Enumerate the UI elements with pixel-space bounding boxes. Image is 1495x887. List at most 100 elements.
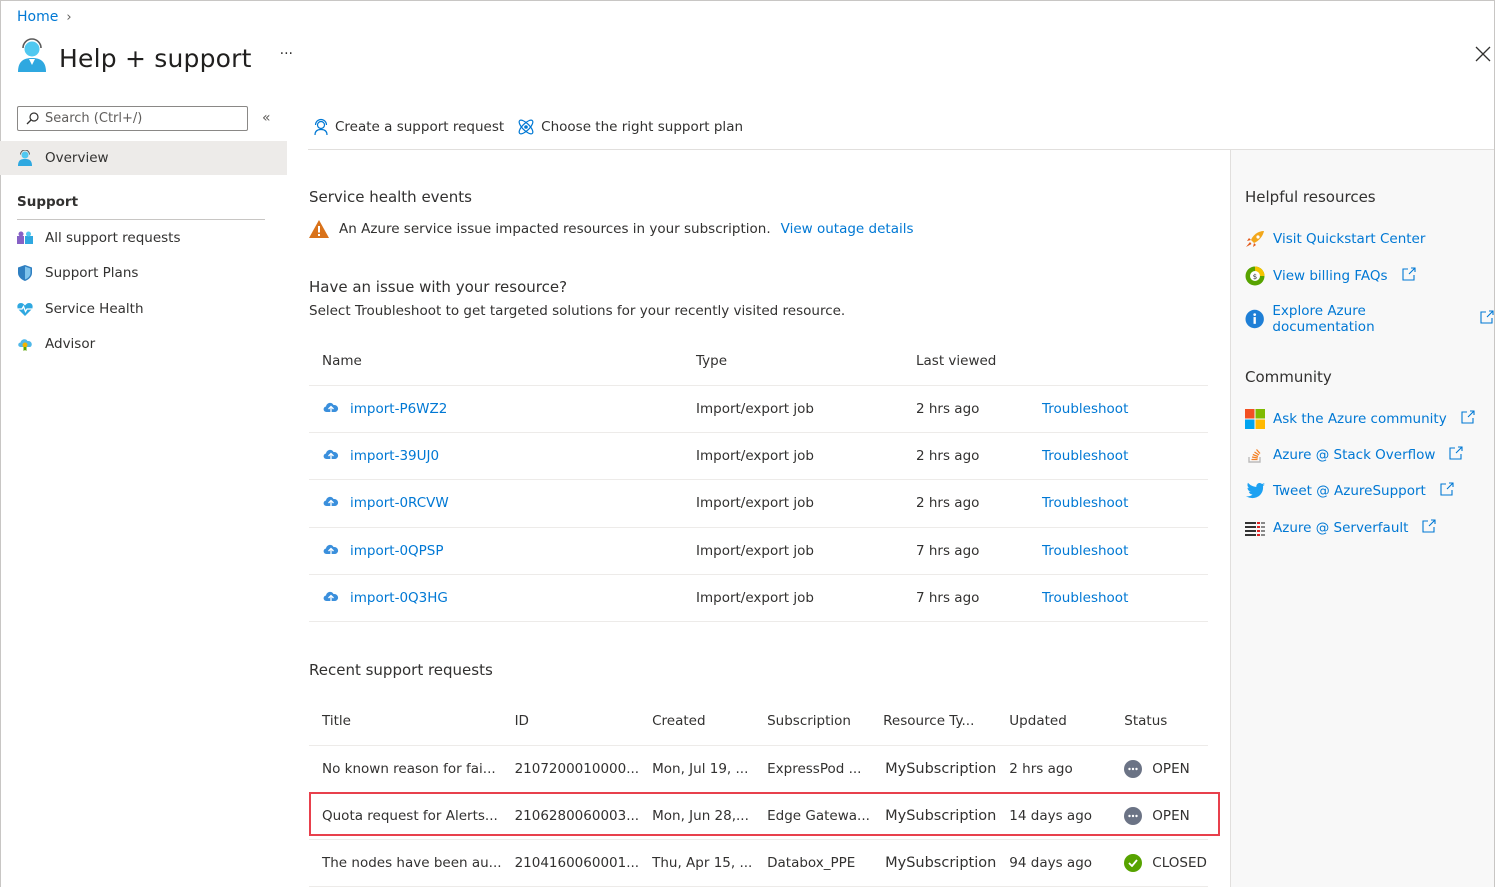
sidebar-item-label: Service Health (45, 301, 144, 317)
stack-overflow-link[interactable]: Azure @ Stack Overflow (1245, 446, 1464, 464)
request-subscription-cell: Edge Gatewa... (754, 791, 871, 840)
resource-type-cell: Import/export job (683, 574, 903, 623)
search-input[interactable] (45, 111, 235, 126)
recent-requests-table: Title ID Created Subscription Resource T… (309, 698, 1208, 887)
heart-pulse-icon (17, 301, 33, 317)
resource-row: import-0Q3HG Import/export job 7 hrs ago Tr… (309, 574, 1208, 623)
billing-faqs-link[interactable]: $ View billing FAQs (1245, 266, 1416, 286)
link-label: Azure @ Stack Overflow (1273, 447, 1436, 463)
rocket-icon (1246, 231, 1264, 247)
troubleshoot-link[interactable]: Troubleshoot (1042, 495, 1128, 511)
ask-azure-community-link[interactable]: Ask the Azure community (1245, 409, 1475, 429)
resource-name-link[interactable]: import-0QPSP (350, 543, 444, 559)
request-id-cell: 2104160060001... (501, 839, 640, 887)
svg-text:$: $ (1253, 273, 1257, 281)
create-support-request-button[interactable]: Create a support request (312, 118, 504, 136)
troubleshoot-cell: Troubleshoot (1029, 384, 1208, 433)
support-request-row[interactable]: No known reason for fai... 2107200010000.… (309, 744, 1208, 793)
sidebar-item-advisor[interactable]: Advisor (0, 327, 287, 361)
close-icon[interactable] (1474, 45, 1492, 63)
table-header-row: Name Type Last viewed (309, 338, 1208, 385)
community-heading: Community (1245, 368, 1332, 386)
create-support-request-label: Create a support request (335, 119, 505, 135)
serverfault-icon (1245, 522, 1265, 536)
troubleshoot-link[interactable]: Troubleshoot (1042, 543, 1128, 559)
atom-icon (518, 119, 534, 135)
troubleshoot-link[interactable]: Troubleshoot (1042, 401, 1128, 417)
link-label: Ask the Azure community (1273, 411, 1447, 427)
resource-name-link[interactable]: import-0RCVW (350, 495, 449, 511)
resource-row: import-P6WZ2 Import/export job 2 hrs ago Tr… (309, 384, 1208, 433)
link-label: View billing FAQs (1273, 268, 1388, 284)
status-badge: CLOSED (1152, 855, 1207, 872)
column-header-updated[interactable]: Updated (996, 698, 1111, 745)
support-request-row-highlighted[interactable]: Quota request for Alerts... 2106280060003… (309, 791, 1208, 840)
service-health-alert: An Azure service issue impacted resource… (309, 220, 914, 238)
resources-panel: Helpful resources Visit Quickstart Cente… (1230, 150, 1494, 887)
resource-type-cell: Import/export job (683, 479, 903, 528)
support-person-icon (314, 118, 328, 136)
info-icon (1245, 309, 1264, 329)
resource-type-cell: Import/export job (683, 526, 903, 575)
request-updated-cell: 2 hrs ago (996, 744, 1112, 793)
sidebar-section-support: Support (17, 194, 79, 210)
column-header-name[interactable]: Name (309, 338, 683, 385)
resource-row: import-0QPSP Import/export job 7 hrs ago Tr… (309, 526, 1208, 575)
quickstart-center-link[interactable]: Visit Quickstart Center (1245, 230, 1425, 248)
more-circle-icon (1124, 759, 1143, 778)
resource-name-cell: import-0QPSP (309, 526, 683, 575)
command-bar: Create a support request Choose the righ… (312, 118, 743, 136)
more-options-button[interactable]: ··· (280, 46, 293, 62)
column-header-resource-type[interactable]: Resource Ty... (870, 698, 996, 745)
sidebar-item-service-health[interactable]: Service Health (0, 292, 287, 326)
sidebar-item-support-plans[interactable]: Support Plans (0, 256, 287, 290)
support-request-row[interactable]: The nodes have been au... 2104160060001..… (309, 839, 1208, 887)
search-field[interactable] (17, 106, 248, 131)
sidebar-item-label: Advisor (45, 336, 96, 352)
troubleshoot-link[interactable]: Troubleshoot (1042, 448, 1128, 464)
azure-documentation-link[interactable]: Explore Azure documentation (1245, 303, 1494, 335)
column-header-last-viewed[interactable]: Last viewed (903, 338, 1029, 385)
recent-requests-heading: Recent support requests (309, 661, 493, 679)
link-label: Explore Azure documentation (1272, 303, 1375, 335)
tweet-azure-support-link[interactable]: Tweet @ AzureSupport (1245, 482, 1454, 500)
resource-name-link[interactable]: import-P6WZ2 (350, 401, 447, 417)
column-header-title[interactable]: Title (309, 698, 502, 745)
import-export-cloud-icon (322, 542, 340, 560)
check-circle-icon (1124, 854, 1143, 873)
troubleshoot-cell: Troubleshoot (1029, 479, 1208, 528)
help-support-icon (17, 38, 47, 78)
external-link-icon (1480, 310, 1494, 328)
troubleshoot-link[interactable]: Troubleshoot (1042, 590, 1128, 606)
column-header-id[interactable]: ID (502, 698, 640, 745)
resource-name-link[interactable]: import-39UJ0 (350, 448, 439, 464)
resource-last-viewed-cell: 2 hrs ago (903, 431, 1029, 480)
column-header-type[interactable]: Type (683, 338, 903, 385)
view-outage-details-link[interactable]: View outage details (781, 221, 914, 237)
sidebar-item-overview[interactable]: Overview (0, 141, 287, 175)
request-title-cell: The nodes have been au... (309, 839, 502, 887)
recent-resources-table: Name Type Last viewed import-P6WZ2 Import… (309, 338, 1208, 623)
resource-name-cell: import-P6WZ2 (309, 384, 683, 433)
resource-row: import-39UJ0 Import/export job 2 hrs ago Tr… (309, 431, 1208, 480)
resource-last-viewed-cell: 2 hrs ago (903, 384, 1029, 433)
resource-name-cell: import-0RCVW (309, 479, 683, 528)
choose-support-plan-button[interactable]: Choose the right support plan (516, 118, 743, 136)
resource-name-link[interactable]: import-0Q3HG (350, 590, 448, 606)
column-header-created[interactable]: Created (639, 698, 754, 745)
collapse-sidebar-button[interactable]: « (262, 110, 271, 126)
column-header-status[interactable]: Status (1111, 698, 1208, 745)
resource-name-cell: import-0Q3HG (309, 574, 683, 623)
choose-support-plan-label: Choose the right support plan (541, 119, 744, 135)
resource-type-cell: Import/export job (683, 431, 903, 480)
breadcrumb-home-link[interactable]: Home (17, 9, 58, 25)
sidebar-item-all-support-requests[interactable]: All support requests (0, 221, 287, 255)
service-health-heading: Service health events (309, 188, 472, 206)
more-circle-icon (1124, 806, 1143, 825)
breadcrumb: Home › (17, 9, 72, 25)
serverfault-link[interactable]: Azure @ Serverfault (1245, 519, 1436, 537)
column-header-subscription[interactable]: Subscription (754, 698, 870, 745)
advisor-cloud-icon (17, 336, 33, 352)
request-resource-type-cell: MySubscription (870, 791, 997, 840)
column-header-action (1029, 338, 1208, 385)
